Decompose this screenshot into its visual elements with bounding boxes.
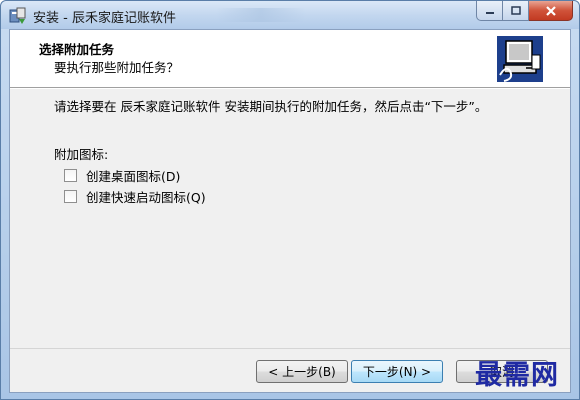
icon-group-label: 附加图标: [54, 147, 109, 162]
title-reflection [216, 8, 306, 22]
next-button[interactable]: 下一步(N) > [351, 360, 443, 383]
title-bar[interactable]: 安装 - 辰禾家庭记账软件 [1, 1, 579, 29]
page-title: 选择附加任务 [39, 42, 115, 57]
quicklaunch-icon-checkbox[interactable] [64, 190, 77, 203]
installer-app-icon [9, 7, 26, 24]
minimize-button[interactable] [476, 1, 503, 21]
wizard-client-area: 选择附加任务 要执行那些附加任务？ 请选择要在 辰禾家庭记账软件 安装期间执行的… [9, 29, 571, 393]
quicklaunch-icon-label: 创建快速启动图标(Q) [86, 190, 206, 205]
desktop-icon-label: 创建桌面图标(D) [86, 169, 181, 184]
page-subtitle: 要执行那些附加任务？ [54, 60, 180, 75]
wizard-header: 选择附加任务 要执行那些附加任务？ [10, 30, 570, 88]
close-icon [545, 5, 556, 16]
minimize-icon [485, 11, 494, 14]
footer-divider [10, 348, 570, 349]
back-button[interactable]: < 上一步(B) [256, 360, 348, 383]
close-button[interactable] [529, 1, 573, 21]
window-title: 安装 - 辰禾家庭记账软件 [33, 11, 176, 26]
option-quicklaunch-icon[interactable]: 创建快速启动图标(Q) [62, 187, 206, 206]
window-controls [476, 1, 573, 21]
installer-window: 安装 - 辰禾家庭记账软件 选择附加任务 要执行那些附加任务？ 请选择要在 辰禾… [0, 0, 580, 400]
maximize-button[interactable] [503, 1, 529, 21]
setup-computer-icon [497, 36, 543, 82]
option-desktop-icon[interactable]: 创建桌面图标(D) [62, 166, 180, 185]
site-watermark: 最需网 [475, 360, 559, 391]
header-divider [10, 88, 570, 89]
desktop-icon-checkbox[interactable] [64, 169, 77, 182]
description-text: 请选择要在 辰禾家庭记账软件 安装期间执行的附加任务，然后点击“下一步”。 [54, 99, 488, 114]
maximize-icon [510, 6, 521, 15]
